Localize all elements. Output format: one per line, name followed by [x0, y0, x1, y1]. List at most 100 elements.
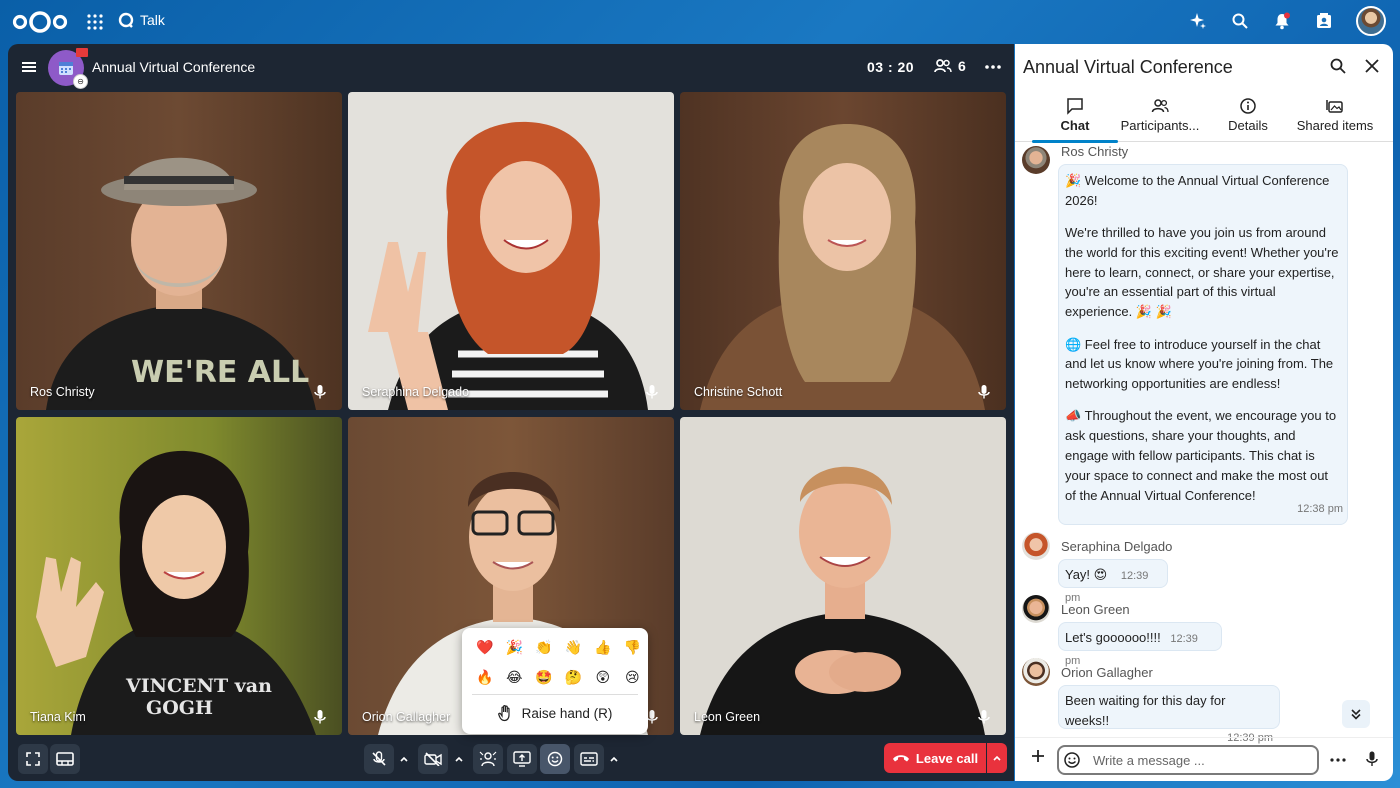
reaction-fire[interactable]: 🔥: [470, 664, 500, 690]
camera-toggle-button[interactable]: [418, 744, 448, 774]
participant-name: Tiana Kim: [30, 710, 86, 724]
reaction-thumbs-up[interactable]: 👍: [588, 634, 618, 660]
apps-grid-icon[interactable]: [86, 13, 104, 31]
reactions-popup: ❤️ 🎉 👏 👋 👍 👎 🔥 😂 🤩 🤔 😲 😢 Raise hand (R): [462, 628, 648, 734]
chevron-up-icon: [400, 756, 408, 762]
svg-text:GOGH: GOGH: [146, 697, 213, 719]
tab-shared-items[interactable]: Shared items: [1293, 94, 1377, 142]
raise-hand-button[interactable]: Raise hand (R): [462, 704, 648, 722]
reaction-thumbs-down[interactable]: 👎: [618, 634, 648, 660]
search-icon[interactable]: [1230, 11, 1250, 31]
emoji-picker-icon[interactable]: [1063, 751, 1081, 769]
leave-call-options-button[interactable]: [987, 743, 1007, 773]
camera-off-icon: [424, 752, 442, 766]
more-options-icon[interactable]: [1329, 751, 1347, 769]
reaction-sad[interactable]: 😢: [618, 664, 648, 690]
popup-divider: [472, 694, 638, 695]
sidebar-tabs: Chat Participants... Details Shared item…: [1015, 94, 1393, 143]
chevron-up-icon: [455, 756, 463, 762]
more-options-icon[interactable]: [984, 58, 1002, 76]
user-avatar[interactable]: [1356, 6, 1386, 36]
reaction-wave[interactable]: 👋: [559, 634, 589, 660]
tab-chat[interactable]: Chat: [1032, 94, 1118, 143]
chevron-up-icon: [610, 756, 618, 762]
video-feed: WE'RE ALL: [16, 92, 342, 410]
tab-details[interactable]: Details: [1219, 94, 1277, 142]
leave-call-button[interactable]: Leave call: [884, 743, 986, 773]
avatar[interactable]: [1022, 532, 1050, 560]
nextcloud-logo[interactable]: [12, 10, 68, 34]
avatar[interactable]: [1022, 595, 1050, 623]
plus-icon[interactable]: [1029, 747, 1047, 765]
chevron-double-down-icon: [1351, 709, 1361, 720]
svg-text:VINCENT van: VINCENT van: [125, 675, 272, 697]
message-text: Been waiting for this day for weeks!!: [1065, 693, 1226, 728]
message-input-placeholder: Write a message ...: [1093, 752, 1205, 768]
search-icon[interactable]: [1329, 57, 1347, 75]
chat-bubble-icon: [1067, 98, 1083, 115]
microphone-icon: [978, 385, 990, 399]
message-bubble[interactable]: Been waiting for this day for weeks!! 12…: [1058, 685, 1280, 744]
message-text: Yay! 😍: [1065, 567, 1108, 582]
video-tile[interactable]: Christine Schott: [680, 92, 1006, 410]
background-blur-button[interactable]: [473, 744, 503, 774]
reaction-star-struck[interactable]: 🤩: [529, 664, 559, 690]
avatar[interactable]: [1022, 146, 1050, 174]
tab-chat-label: Chat: [1060, 118, 1090, 133]
video-feed: [348, 92, 674, 410]
emoji-smile-icon: [547, 751, 563, 767]
message-bubble[interactable]: 🎉 Welcome to the Annual Virtual Conferen…: [1058, 164, 1348, 525]
reactions-button[interactable]: [540, 744, 570, 774]
message-bubble[interactable]: Yay! 😍 12:39 pm: [1058, 559, 1168, 604]
sidebar-title: Annual Virtual Conference: [1023, 57, 1233, 77]
reaction-heart[interactable]: ❤️: [470, 634, 500, 660]
participant-name: Ros Christy: [30, 385, 95, 399]
reaction-thinking[interactable]: 🤔: [559, 664, 589, 690]
call-view: ⊖ Annual Virtual Conference 03 : 20 6 WE…: [8, 44, 1014, 781]
layout-button[interactable]: [50, 744, 80, 774]
subtitles-icon: [580, 752, 598, 766]
message-input[interactable]: Write a message ...: [1057, 745, 1319, 775]
microphone-options-button[interactable]: [394, 744, 414, 774]
fullscreen-button[interactable]: [18, 744, 48, 774]
reaction-clap[interactable]: 👏: [529, 634, 559, 660]
screen-share-icon: [513, 751, 531, 767]
svg-text:WE'RE ALL: WE'RE ALL: [131, 355, 309, 390]
participants-count-button[interactable]: 6: [934, 58, 966, 74]
microphone-icon: [314, 710, 326, 724]
video-tile[interactable]: VINCENT van GOGH Tiana Kim: [16, 417, 342, 735]
hamburger-menu-icon[interactable]: [18, 56, 40, 78]
phone-hangup-icon: [892, 755, 909, 762]
grid-layout-icon: [56, 752, 74, 766]
video-tile[interactable]: WE'RE ALL Ros Christy: [16, 92, 342, 410]
subtitles-button[interactable]: [574, 744, 604, 774]
reaction-laugh[interactable]: 😂: [500, 664, 530, 690]
assistant-sparkle-icon[interactable]: [1188, 11, 1208, 31]
reactions-row-1: ❤️ 🎉 👏 👋 👍 👎: [470, 634, 647, 660]
reaction-surprised[interactable]: 😲: [588, 664, 618, 690]
tab-shared-items-label: Shared items: [1296, 118, 1374, 133]
chevron-up-icon: [993, 755, 1001, 761]
screen-share-button[interactable]: [507, 744, 537, 774]
reaction-party[interactable]: 🎉: [500, 634, 530, 660]
tab-participants[interactable]: Participants...: [1118, 94, 1202, 142]
avatar[interactable]: [1022, 658, 1050, 686]
contacts-icon[interactable]: [1314, 11, 1334, 31]
video-tile[interactable]: Leon Green: [680, 417, 1006, 735]
close-icon[interactable]: [1363, 57, 1381, 75]
video-tile[interactable]: Seraphina Delgado: [348, 92, 674, 410]
talk-app-link[interactable]: Talk: [118, 12, 165, 28]
call-timer: 03 : 20: [867, 59, 915, 75]
call-title: Annual Virtual Conference: [92, 59, 256, 75]
camera-options-button[interactable]: [449, 744, 469, 774]
scroll-to-bottom-button[interactable]: [1342, 700, 1370, 728]
message-bubble[interactable]: Let's goooooo!!!! 12:39 pm: [1058, 622, 1222, 667]
tab-participants-label: Participants...: [1120, 118, 1200, 133]
microphone-off-icon: [372, 751, 386, 766]
subtitles-options-button[interactable]: [604, 744, 624, 774]
message-author: Leon Green: [1061, 602, 1130, 617]
notifications-bell-icon[interactable]: [1272, 11, 1292, 31]
microphone-toggle-button[interactable]: [364, 744, 394, 774]
voice-message-icon[interactable]: [1363, 750, 1381, 768]
message-paragraph: 🌐 Feel free to introduce yourself in the…: [1065, 336, 1334, 392]
